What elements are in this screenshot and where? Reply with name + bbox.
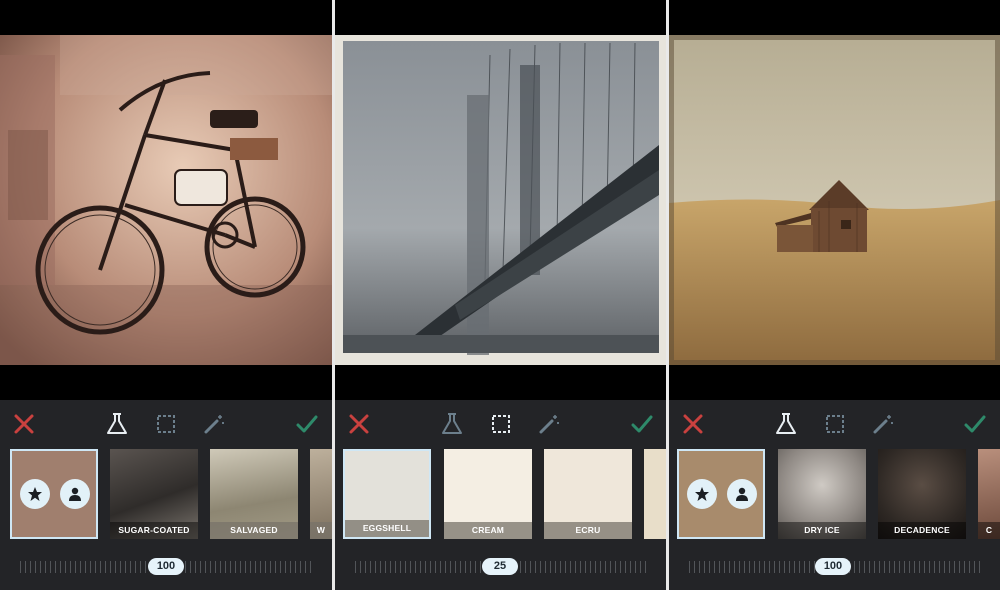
frames-tool-button[interactable]	[487, 410, 515, 438]
slider-value-handle[interactable]: 100	[148, 558, 184, 575]
preset-strip: EGGSHELL CREAM ECRU	[335, 449, 667, 541]
preset-strip: DRY ICE DECADENCE C	[669, 449, 1000, 541]
flask-icon	[107, 413, 127, 434]
editor-toolbar: EGGSHELL CREAM ECRU 25	[335, 400, 667, 590]
flask-icon	[442, 413, 462, 434]
adjust-tool-button[interactable]	[869, 410, 897, 438]
checkmark-icon	[296, 415, 318, 433]
textures-tool-button[interactable]	[438, 410, 466, 438]
custom-preset-button[interactable]	[727, 479, 757, 509]
frames-tool-button[interactable]	[821, 410, 849, 438]
preset-thumbnail[interactable]: DRY ICE	[778, 449, 866, 539]
star-icon	[28, 487, 42, 501]
favorites-preset-tile[interactable]	[677, 449, 765, 539]
photo-barn	[669, 35, 1000, 365]
slider-value-handle[interactable]: 100	[815, 558, 851, 575]
checkmark-icon	[631, 415, 653, 433]
preset-thumbnail[interactable]: C	[978, 449, 1000, 539]
cancel-button[interactable]	[679, 410, 707, 438]
frame-icon	[157, 415, 175, 433]
slider-value-handle[interactable]: 25	[482, 558, 518, 575]
frames-tool-button[interactable]	[152, 410, 180, 438]
editor-toolbar: SUGAR-COATED SALVAGED W 100	[0, 400, 332, 590]
preset-label: CREAM	[444, 522, 532, 539]
textures-tool-button[interactable]	[103, 410, 131, 438]
close-icon	[349, 414, 369, 434]
preset-label: DRY ICE	[778, 522, 866, 539]
custom-preset-button[interactable]	[60, 479, 90, 509]
editor-toolbar: DRY ICE DECADENCE C 100	[669, 400, 1000, 590]
person-icon	[736, 487, 748, 501]
close-icon	[14, 414, 34, 434]
favorites-button[interactable]	[20, 479, 50, 509]
close-icon	[683, 414, 703, 434]
preset-thumbnail[interactable]: W	[310, 449, 332, 539]
preset-thumbnail[interactable]: SUGAR-COATED	[110, 449, 198, 539]
frame-icon	[492, 415, 510, 433]
preset-thumbnail[interactable]: EGGSHELL	[343, 449, 431, 539]
confirm-button[interactable]	[293, 410, 321, 438]
intensity-slider[interactable]: 100	[669, 552, 1000, 580]
preset-thumbnail[interactable]: ECRU	[544, 449, 632, 539]
preset-thumbnail[interactable]: CREAM	[444, 449, 532, 539]
preset-label: W	[310, 522, 332, 539]
intensity-slider[interactable]: 25	[335, 552, 667, 580]
magic-wand-icon	[204, 415, 224, 434]
cancel-button[interactable]	[345, 410, 373, 438]
preset-thumbnail[interactable]: SALVAGED	[210, 449, 298, 539]
preset-strip: SUGAR-COATED SALVAGED W	[0, 449, 332, 541]
star-icon	[695, 487, 709, 501]
photo-bicycle	[0, 35, 332, 365]
magic-wand-icon	[539, 415, 559, 434]
adjust-tool-button[interactable]	[200, 410, 228, 438]
screen-frames-bridge: EGGSHELL CREAM ECRU 25	[335, 0, 667, 590]
photo-bridge	[335, 35, 667, 365]
preset-label: DECADENCE	[878, 522, 966, 539]
preset-label: SALVAGED	[210, 522, 298, 539]
confirm-button[interactable]	[961, 410, 989, 438]
preset-label: C	[978, 522, 1000, 539]
flask-icon	[776, 413, 796, 434]
screen-textures-bike: SUGAR-COATED SALVAGED W 100	[0, 0, 332, 590]
frame-icon	[826, 415, 844, 433]
confirm-button[interactable]	[628, 410, 656, 438]
preset-label: EGGSHELL	[345, 520, 429, 537]
textures-tool-button[interactable]	[772, 410, 800, 438]
screen-textures-barn: DRY ICE DECADENCE C 100	[669, 0, 1000, 590]
adjust-tool-button[interactable]	[535, 410, 563, 438]
favorites-button[interactable]	[687, 479, 717, 509]
preset-label: ECRU	[544, 522, 632, 539]
person-icon	[69, 487, 81, 501]
favorites-preset-tile[interactable]	[10, 449, 98, 539]
preset-label: SUGAR-COATED	[110, 522, 198, 539]
magic-wand-icon	[873, 415, 893, 434]
cancel-button[interactable]	[10, 410, 38, 438]
preset-thumbnail[interactable]: DECADENCE	[878, 449, 966, 539]
intensity-slider[interactable]: 100	[0, 552, 332, 580]
checkmark-icon	[964, 415, 986, 433]
preset-thumbnail[interactable]	[644, 449, 667, 539]
